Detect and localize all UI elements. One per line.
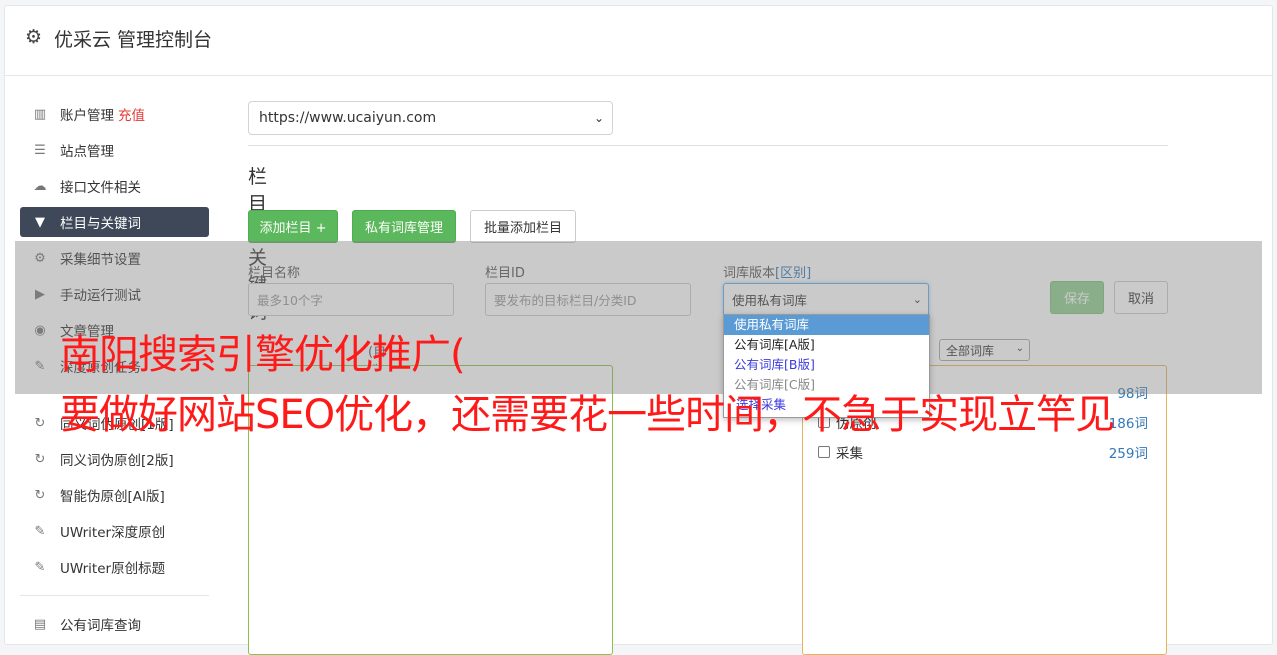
site-select[interactable]: https://www.ucaiyun.com ⌄: [248, 101, 613, 135]
site-select-value: https://www.ucaiyun.com: [259, 110, 437, 126]
filter-icon: ▼: [35, 214, 45, 230]
dropdown-option[interactable]: 公有词库[B版]: [724, 355, 929, 375]
private-dict-button[interactable]: 私有词库管理: [352, 210, 456, 243]
dict-item[interactable]: 采集 259词: [818, 442, 1148, 462]
dict-item-count: 186词: [1108, 416, 1148, 432]
sidebar-item-label: 公有词库查询: [60, 618, 141, 634]
app-title: 优采云 管理控制台: [54, 29, 213, 51]
cloud-upload-icon: ☁: [33, 178, 47, 194]
bar-chart-icon: ▥: [33, 106, 47, 122]
sidebar-item-label: 同义词伪原创[2版]: [60, 453, 174, 469]
refresh-icon: ↻: [34, 451, 46, 467]
sidebar-item-uwriter-deep[interactable]: ✎ UWriter深度原创: [20, 516, 209, 546]
add-column-button[interactable]: 添加栏目 +: [248, 210, 338, 243]
chevron-down-icon: ⌄: [593, 111, 604, 125]
sidebar-item-interface-files[interactable]: ☁ 接口文件相关: [20, 171, 209, 201]
sidebar-item-uwriter-title[interactable]: ✎ UWriter原创标题: [20, 552, 209, 582]
sidebar-item-label: 智能伪原创[AI版]: [60, 489, 165, 505]
batch-add-column-button[interactable]: 批量添加栏目: [470, 210, 576, 243]
dropdown-option[interactable]: 公有词库[A版]: [724, 335, 929, 355]
edit-icon: ✎: [34, 559, 46, 575]
refresh-icon: ↻: [34, 487, 46, 503]
recharge-link[interactable]: 充值: [118, 104, 145, 124]
watermark-line-2: 要做好网站SEO优化，还需要花一些时间，不急于实现立竿见: [60, 392, 1115, 438]
server-icon: ☰: [34, 142, 46, 158]
sidebar-item-public-dict[interactable]: ▤ 公有词库查询: [20, 609, 209, 639]
sidebar-item-label: 站点管理: [60, 144, 114, 160]
sidebar-item-smart-ai[interactable]: ↻ 智能伪原创[AI版]: [20, 480, 209, 510]
edit-icon: ✎: [34, 523, 46, 539]
sidebar-item-sites[interactable]: ☰ 站点管理: [20, 135, 209, 165]
gear-icon: ⚙: [25, 26, 43, 48]
sidebar-item-label: 栏目与关键词: [60, 216, 141, 232]
sidebar-item-synonym-v2[interactable]: ↻ 同义词伪原创[2版]: [20, 444, 209, 474]
sidebar-item-label: 账户管理: [60, 108, 114, 124]
sidebar-item-label: UWriter深度原创: [60, 525, 166, 541]
sidebar-item-columns-keywords[interactable]: ▼ 栏目与关键词: [20, 207, 209, 237]
book-icon: ▤: [33, 616, 47, 632]
sidebar-item-label: UWriter原创标题: [60, 561, 166, 577]
dict-item-count: 259词: [1108, 446, 1148, 462]
watermark-line-1: 南阳搜索引擎优化推广(: [60, 332, 466, 378]
refresh-icon: ↻: [34, 415, 46, 431]
top-bar: ⚙ 优采云 管理控制台: [5, 6, 1272, 76]
dict-item-name: 采集: [836, 446, 863, 462]
sidebar-item-label: 接口文件相关: [60, 180, 141, 196]
dropdown-option[interactable]: 使用私有词库: [724, 315, 929, 335]
sidebar-item-account[interactable]: ▥ 账户管理 充值: [20, 99, 209, 129]
checkbox[interactable]: [818, 446, 830, 458]
divider: [248, 145, 1168, 146]
sidebar-divider: [20, 595, 209, 596]
